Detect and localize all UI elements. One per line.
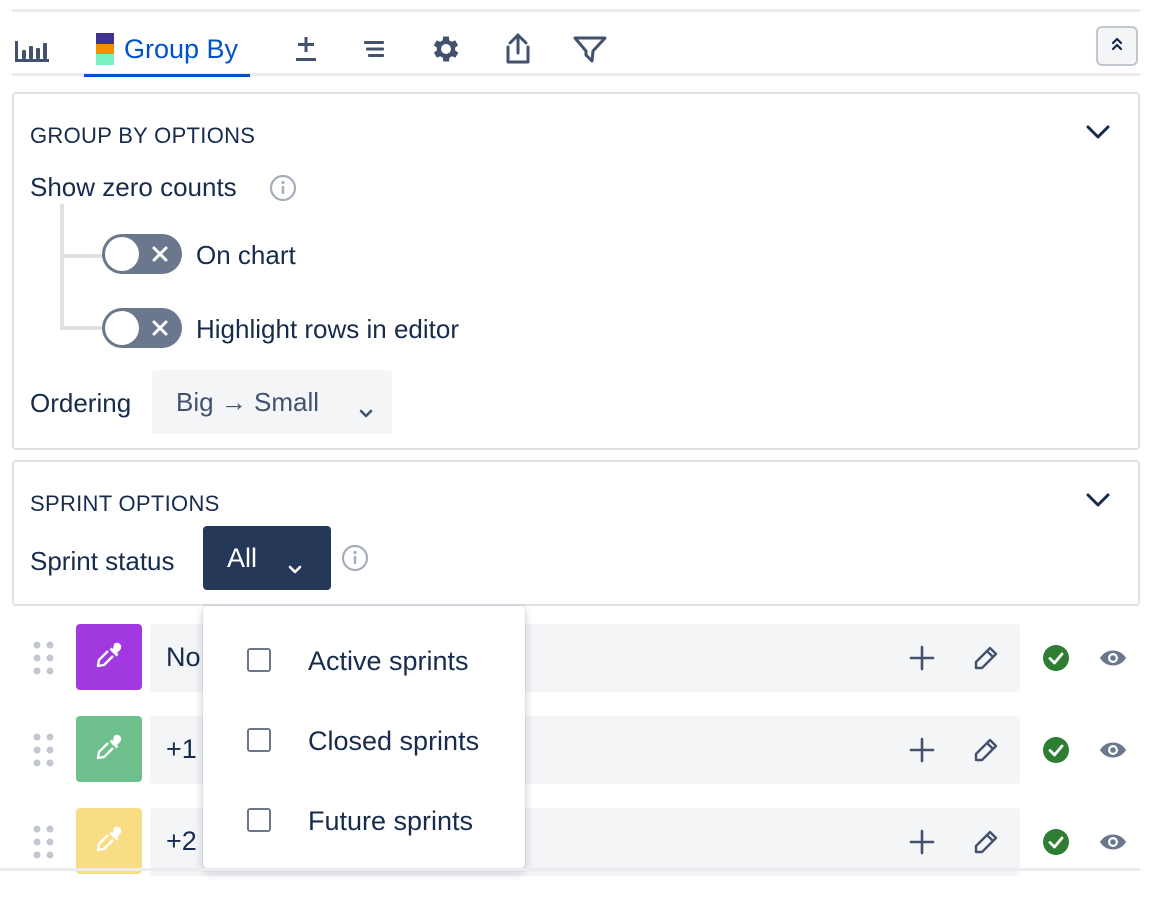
group-by-stack-icon (95, 33, 114, 66)
plus-icon[interactable] (908, 828, 936, 861)
eyedropper-icon (94, 640, 124, 675)
dropdown-option[interactable]: Active sprints (203, 630, 525, 690)
color-picker-button[interactable] (76, 808, 142, 874)
dropdown-option-label: Active sprints (308, 646, 469, 676)
check-circle-icon[interactable] (1042, 736, 1070, 769)
bar-chart-icon (14, 35, 50, 63)
dropdown-option-label: Closed sprints (308, 726, 480, 756)
checkbox[interactable] (247, 808, 271, 832)
drag-handle-icon[interactable] (30, 732, 58, 773)
on-chart-label: On chart (196, 240, 296, 270)
toolbar-tabs: Group By (12, 22, 1140, 78)
eye-icon[interactable] (1098, 738, 1128, 767)
color-picker-button[interactable] (76, 624, 142, 690)
gear-icon (429, 32, 463, 66)
pencil-icon[interactable] (972, 736, 1000, 769)
row-label: No (166, 642, 201, 672)
filter-icon (572, 34, 608, 64)
toggle-knob (105, 311, 139, 345)
list-item: +1 (28, 716, 1138, 784)
highlight-rows-label: Highlight rows in editor (196, 314, 460, 344)
active-tab-indicator (84, 74, 250, 77)
group-by-options-title: GROUP BY OPTIONS (30, 123, 256, 148)
bottom-divider (0, 868, 1140, 871)
row-label: +1 (166, 734, 197, 764)
list-lines-icon (362, 39, 386, 59)
check-circle-icon[interactable] (1042, 828, 1070, 861)
chevrons-up-icon (1109, 34, 1125, 59)
sprint-status-value: All (227, 542, 258, 573)
checkbox[interactable] (247, 728, 271, 752)
chevron-down-icon[interactable] (1084, 490, 1112, 515)
ordering-select[interactable]: Big → Small (152, 370, 392, 434)
plus-icon[interactable] (908, 736, 936, 769)
list-item: No (28, 624, 1138, 692)
info-icon[interactable] (341, 544, 369, 577)
check-circle-icon[interactable] (1042, 644, 1070, 677)
toggle-knob (105, 237, 139, 271)
group-by-options-panel: GROUP BY OPTIONS Show zero counts On cha… (12, 92, 1140, 450)
tree-connector (60, 204, 64, 330)
plus-minus-icon (294, 34, 318, 64)
color-picker-button[interactable] (76, 716, 142, 782)
tab-settings[interactable] (428, 28, 464, 70)
dropdown-option[interactable]: Future sprints (203, 790, 525, 850)
tree-connector (60, 326, 104, 330)
on-chart-toggle[interactable] (102, 234, 182, 274)
checkbox[interactable] (247, 648, 271, 672)
drag-handle-icon[interactable] (30, 824, 58, 865)
sprint-status-dropdown: Active sprints Closed sprints Future spr… (203, 606, 525, 868)
eye-icon[interactable] (1098, 830, 1128, 859)
eyedropper-icon (94, 732, 124, 767)
share-icon (504, 32, 532, 66)
pencil-icon[interactable] (972, 828, 1000, 861)
show-zero-counts-label: Show zero counts (30, 172, 237, 202)
top-divider (12, 9, 1140, 12)
tab-plus-minus[interactable] (290, 28, 322, 70)
tab-group-by[interactable]: Group By (84, 28, 250, 77)
plus-icon[interactable] (908, 644, 936, 677)
tab-group-by-label: Group By (123, 33, 239, 64)
sprint-status-label: Sprint status (30, 546, 175, 576)
dropdown-option[interactable]: Closed sprints (203, 710, 525, 770)
chevron-down-icon (358, 396, 374, 427)
tree-connector (60, 254, 104, 258)
dropdown-option-label: Future sprints (308, 806, 474, 836)
row-label: +2 (166, 826, 197, 856)
close-icon (149, 243, 171, 270)
ordering-value: Big → Small (176, 386, 320, 417)
tab-list[interactable] (358, 28, 390, 70)
eyedropper-icon (94, 824, 124, 859)
collapse-button[interactable] (1096, 26, 1138, 66)
tab-filter[interactable] (570, 28, 610, 70)
chevron-down-icon (287, 552, 303, 583)
tab-share[interactable] (500, 28, 536, 70)
sprint-status-select[interactable]: All (203, 526, 331, 590)
list-item: +2 (28, 808, 1138, 876)
sprint-options-title: SPRINT OPTIONS (30, 491, 220, 516)
chevron-down-icon[interactable] (1084, 122, 1112, 147)
tab-chart[interactable] (12, 28, 52, 70)
eye-icon[interactable] (1098, 646, 1128, 675)
ordering-label: Ordering (30, 388, 132, 418)
close-icon (149, 317, 171, 344)
pencil-icon[interactable] (972, 644, 1000, 677)
drag-handle-icon[interactable] (30, 640, 58, 681)
sprint-options-panel: SPRINT OPTIONS Sprint status All (12, 460, 1140, 606)
info-icon[interactable] (269, 174, 297, 207)
highlight-rows-toggle[interactable] (102, 308, 182, 348)
